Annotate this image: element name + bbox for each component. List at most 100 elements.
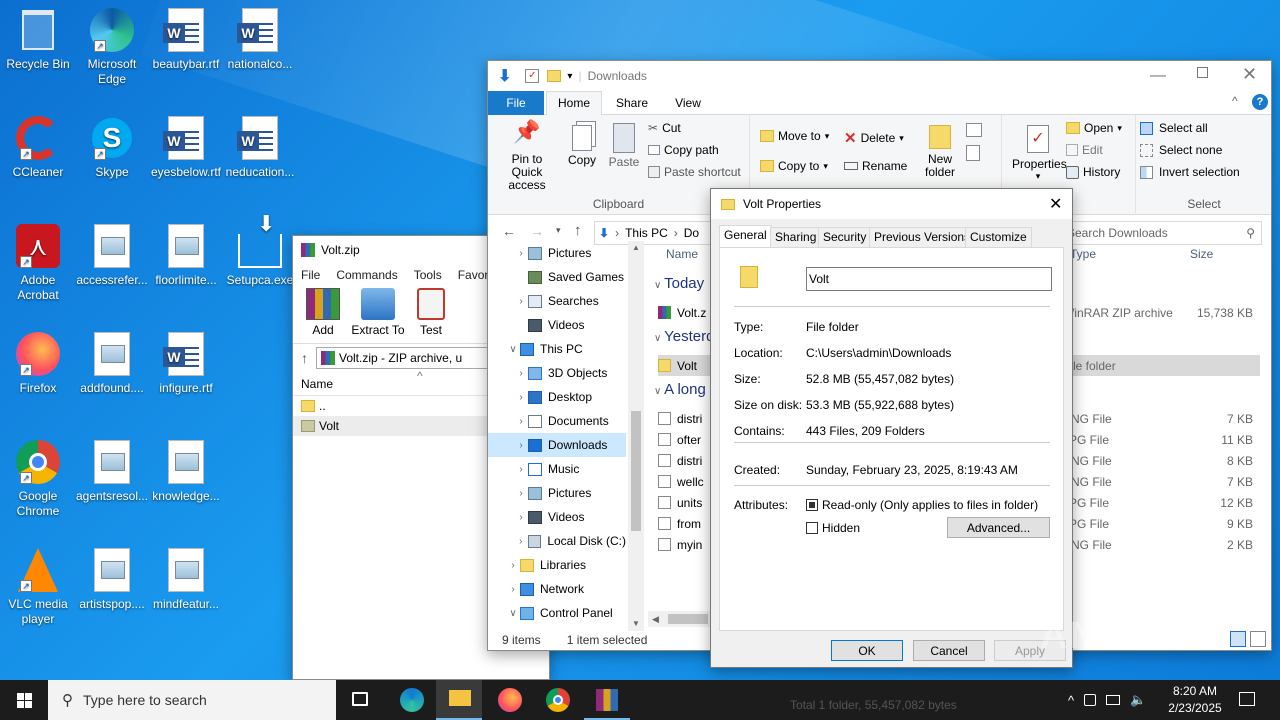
help-icon[interactable]: ? (1252, 94, 1268, 110)
desktop-icon[interactable]: Weyesbelow.rtf (148, 114, 224, 180)
desktop-icon[interactable]: ↗ Firefox (0, 330, 76, 396)
winrar-extract-button[interactable]: Extract To (351, 286, 405, 343)
tab-share[interactable]: Share (612, 91, 652, 115)
open-button[interactable]: Open ▾ (1066, 121, 1122, 135)
winrar-test-button[interactable]: Test (411, 286, 451, 343)
invert-selection-button[interactable]: Invert selection (1140, 165, 1240, 179)
winrar-menu-file[interactable]: File (301, 268, 320, 282)
properties-check-icon[interactable]: ✓ (525, 69, 540, 83)
desktop-icon[interactable]: Wnationalco... (222, 6, 298, 72)
tab-previous-versions[interactable]: Previous Versions (869, 227, 976, 247)
desktop-icon[interactable]: knowledge... (148, 438, 224, 504)
volume-icon[interactable]: 🔈 (1130, 692, 1146, 708)
advanced-button[interactable]: Advanced... (947, 517, 1050, 538)
nav-item-saved-games[interactable]: Saved Games (488, 265, 626, 289)
close-icon[interactable]: ✕ (1049, 194, 1062, 214)
tab-view[interactable]: View (668, 91, 708, 115)
collapsed-chevron-icon[interactable]: › (514, 248, 528, 259)
desktop-icon[interactable]: S ↗ Skype (74, 114, 150, 180)
pin-quick-access-button[interactable]: 📌 Pin to Quick access (494, 121, 560, 192)
desktop-icon[interactable]: Wbeautybar.rtf (148, 6, 224, 72)
tab-general[interactable]: General (719, 225, 772, 247)
task-view-button[interactable] (352, 692, 368, 706)
folder-name-field[interactable]: Volt (806, 267, 1052, 291)
tab-customize[interactable]: Customize (965, 227, 1032, 247)
copy-path-button[interactable]: Copy path (648, 143, 719, 157)
desktop-icon[interactable]: Recycle Bin (0, 6, 76, 72)
nav-item-this-pc[interactable]: ∨ This PC (488, 337, 626, 361)
collapsed-chevron-icon[interactable]: › (514, 440, 528, 451)
cancel-button[interactable]: Cancel (913, 640, 985, 661)
collapsed-chevron-icon[interactable]: › (514, 296, 528, 307)
desktop-icon[interactable]: ↗ Microsoft Edge (74, 6, 150, 87)
properties-button[interactable]: ✓ Properties ▾ (1012, 125, 1067, 182)
hidden-checkbox[interactable]: Hidden (806, 521, 860, 535)
folder-qat-icon[interactable] (547, 70, 562, 82)
winrar-add-button[interactable]: Add (301, 286, 345, 343)
group-yesterday[interactable]: ∨ Yesterd (654, 328, 714, 345)
rename-button[interactable]: Rename (844, 159, 907, 173)
nav-item-documents[interactable]: › Documents (488, 409, 626, 433)
close-icon[interactable]: ✕ (1242, 64, 1257, 85)
nav-item-videos[interactable]: Videos (488, 313, 626, 337)
tab-home[interactable]: Home (546, 91, 602, 116)
desktop-icon[interactable]: accessrefer... (74, 222, 150, 288)
back-arrow-icon[interactable]: ← (502, 223, 516, 239)
readonly-checkbox[interactable]: Read-only (Only applies to files in fold… (806, 498, 1038, 512)
breadcrumb-downloads[interactable]: Do (684, 226, 699, 240)
up-arrow-icon[interactable]: ↑ (574, 222, 582, 239)
group-today[interactable]: ∨ Today (654, 275, 704, 292)
nav-item-searches[interactable]: › Searches (488, 289, 626, 313)
explorer-titlebar[interactable]: ⬇ ✓ ▾ | Downloads — ✕ (488, 61, 1271, 91)
nav-scrollbar-thumb[interactable] (631, 411, 641, 531)
large-icons-view-icon[interactable] (1250, 631, 1266, 647)
desktop-icon[interactable]: agentsresol... (74, 438, 150, 504)
tab-sharing[interactable]: Sharing (770, 227, 822, 247)
show-hidden-icons-icon[interactable]: ^ (1068, 693, 1074, 708)
volt-properties-dialog[interactable]: Volt Properties ✕ General Sharing Securi… (710, 188, 1073, 668)
ok-button[interactable]: OK (831, 640, 903, 661)
collapsed-chevron-icon[interactable]: › (514, 368, 528, 379)
breadcrumb-this-pc[interactable]: This PC (625, 226, 668, 240)
edge-taskbar-icon[interactable] (400, 688, 424, 712)
collapse-ribbon-icon[interactable]: ^ (1232, 94, 1238, 108)
winrar-menu-tools[interactable]: Tools (414, 268, 442, 282)
details-view-icon[interactable] (1230, 631, 1246, 647)
tab-file[interactable]: File (488, 91, 544, 115)
clock[interactable]: 8:20 AM 2/23/2025 (1160, 683, 1230, 717)
desktop-icon[interactable]: addfound.... (74, 330, 150, 396)
nav-item-music[interactable]: › Music (488, 457, 626, 481)
collapsed-chevron-icon[interactable]: › (514, 488, 528, 499)
collapsed-chevron-icon[interactable]: › (506, 560, 520, 571)
group-long-ago[interactable]: ∨ A long (654, 381, 706, 398)
collapsed-chevron-icon[interactable]: › (506, 584, 520, 595)
nav-item-3d-objects[interactable]: › 3D Objects (488, 361, 626, 385)
expanded-chevron-icon[interactable]: ∨ (506, 344, 520, 355)
desktop-icon[interactable]: Wneducation... (222, 114, 298, 180)
network-icon[interactable] (1106, 695, 1121, 705)
collapsed-chevron-icon[interactable]: › (514, 416, 528, 427)
collapsed-chevron-icon[interactable]: › (514, 392, 528, 403)
notification-center-icon[interactable] (1239, 692, 1255, 706)
firefox-taskbar-icon[interactable] (498, 688, 522, 712)
nav-item-control-panel[interactable]: ∨ Control Panel (488, 601, 626, 625)
new-item-icon[interactable] (966, 123, 982, 137)
column-type-header[interactable]: Type (1070, 247, 1096, 261)
desktop-icon[interactable]: ↗ Google Chrome (0, 438, 76, 519)
desktop-icon[interactable]: floorlimite... (148, 222, 224, 288)
up-arrow-icon[interactable]: ↑ (301, 350, 308, 366)
nav-item-network[interactable]: › Network (488, 577, 626, 601)
nav-item-local-disk-c[interactable]: › Local Disk (C:) (488, 529, 626, 553)
winrar-menu-commands[interactable]: Commands (336, 268, 397, 282)
move-to-button[interactable]: Move to ▾ (760, 129, 829, 143)
desktop-icon[interactable]: ⋏ ↗ Adobe Acrobat (0, 222, 76, 303)
edit-button[interactable]: Edit (1066, 143, 1103, 157)
desktop-icon[interactable]: ↗ VLC media player (0, 546, 76, 627)
nav-item-videos[interactable]: › Videos (488, 505, 626, 529)
chrome-taskbar-icon[interactable] (546, 688, 570, 712)
history-button[interactable]: History (1066, 165, 1120, 179)
new-folder-button[interactable]: New folder (918, 125, 962, 179)
winrar-taskbar-icon[interactable] (584, 680, 630, 720)
properties-titlebar[interactable]: Volt Properties ✕ (711, 189, 1072, 219)
maximize-icon[interactable] (1197, 67, 1208, 78)
